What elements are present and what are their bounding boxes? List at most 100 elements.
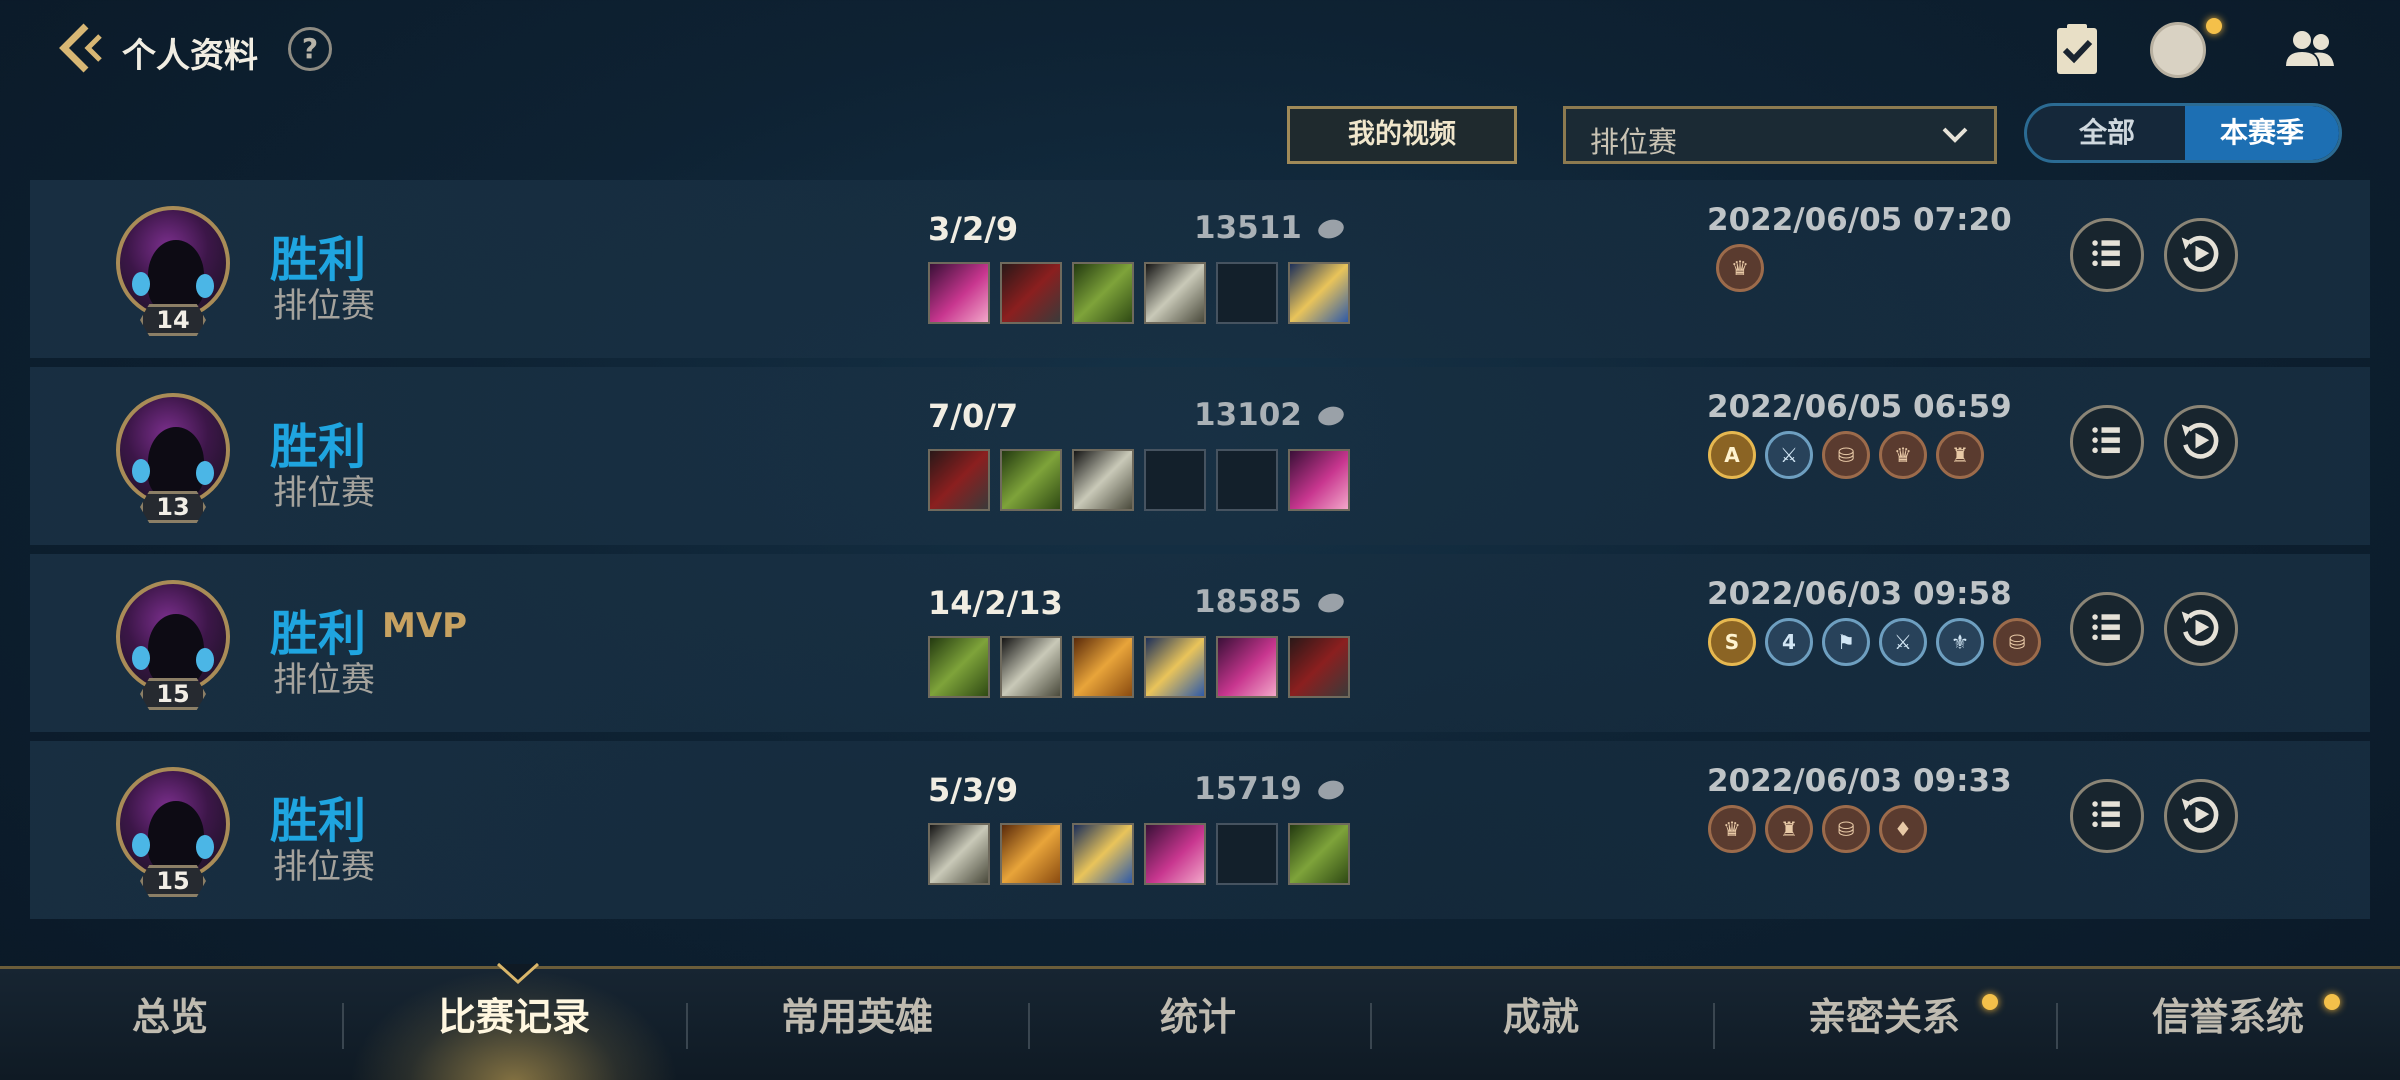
hero-level-badge: 13	[140, 491, 206, 523]
empty-item-slot	[1216, 449, 1278, 511]
achievement-badge-icon: ♜	[1765, 805, 1813, 853]
kda-score: 14/2/13	[928, 584, 1063, 622]
match-row[interactable]: 15 胜利 MVP 排位赛 14/2/13 18585 2022/06/03 09:58 S 4…	[30, 554, 2370, 732]
achievement-badge-icon: ⚔	[1765, 431, 1813, 479]
empty-item-slot	[1216, 262, 1278, 324]
list-icon	[2092, 240, 2120, 267]
item-icon	[1144, 262, 1206, 324]
hero-glow	[132, 272, 150, 296]
hero-portrait[interactable]	[116, 767, 230, 881]
achievement-badge-icon: ⛁	[1822, 431, 1870, 479]
nav-tab[interactable]: 成就	[1376, 969, 1706, 1080]
kda-score: 3/2/9	[928, 210, 1019, 248]
hero-portrait[interactable]	[116, 580, 230, 694]
item-icon	[1288, 449, 1350, 511]
match-replay-button[interactable]	[2164, 779, 2238, 853]
match-row[interactable]: 14 胜利 排位赛 3/2/9 13511 2022/06/05 07:20 ♛	[30, 180, 2370, 358]
nav-tab[interactable]: 总览	[5, 969, 335, 1080]
item-icon	[1000, 449, 1062, 511]
match-detail-button[interactable]	[2070, 218, 2144, 292]
match-replay-button[interactable]	[2164, 405, 2238, 479]
item-icon	[1144, 823, 1206, 885]
my-videos-button[interactable]: 我的视频	[1287, 106, 1517, 164]
achievement-badge-icon: ♛	[1879, 431, 1927, 479]
match-time: 2022/06/03 09:58	[1707, 576, 2012, 612]
back-icon[interactable]	[52, 20, 108, 76]
gold-coin-icon	[1316, 590, 1346, 616]
match-replay-button[interactable]	[2164, 218, 2238, 292]
item-icon	[1144, 636, 1206, 698]
item-icon	[1072, 449, 1134, 511]
replay-icon	[2181, 235, 2219, 272]
achievement-badge-icon: ⚑	[1822, 618, 1870, 666]
list-icon	[2092, 614, 2120, 641]
hero-glow	[132, 833, 150, 857]
item-icon	[1000, 636, 1062, 698]
gold-earned: 13102	[1194, 397, 1302, 433]
item-icon	[1000, 823, 1062, 885]
help-button[interactable]: ?	[288, 27, 332, 71]
nav-divider	[1027, 1003, 1030, 1049]
hero-level-badge: 15	[140, 865, 206, 897]
match-time: 2022/06/03 09:33	[1707, 763, 2012, 799]
hero-portrait[interactable]	[116, 393, 230, 507]
hero-mask	[148, 240, 204, 310]
match-time: 2022/06/05 07:20	[1707, 202, 2012, 238]
hero-mask	[148, 427, 204, 497]
game-mode-select[interactable]: 排位赛	[1563, 106, 1997, 164]
season-option-current[interactable]: 本赛季	[2185, 106, 2339, 160]
user-avatar-icon[interactable]	[2150, 22, 2206, 78]
hero-glow	[196, 835, 214, 859]
season-toggle: 全部 本赛季	[2024, 103, 2342, 163]
hero-portrait[interactable]	[116, 206, 230, 320]
nav-divider	[1712, 1003, 1715, 1049]
hero-level-badge: 14	[140, 304, 206, 336]
page-title: 个人资料	[122, 36, 258, 76]
item-icon	[1216, 636, 1278, 698]
nav-tab[interactable]: 信誉系统	[2063, 969, 2393, 1080]
match-row[interactable]: 15 胜利 排位赛 5/3/9 15719 2022/06/03 09:33 ♛ ♜ ⛁ ♦	[30, 741, 2370, 919]
match-detail-button[interactable]	[2070, 592, 2144, 666]
item-icon	[1072, 262, 1134, 324]
nav-tab[interactable]: 亲密关系	[1719, 969, 2049, 1080]
hero-mask	[148, 614, 204, 684]
nav-divider	[685, 1003, 688, 1049]
match-replay-button[interactable]	[2164, 592, 2238, 666]
replay-icon	[2181, 796, 2219, 833]
achievement-badge-icon: ♛	[1708, 805, 1756, 853]
achievement-badge-icon: ⚔	[1879, 618, 1927, 666]
match-detail-button[interactable]	[2070, 779, 2144, 853]
item-icon	[1072, 636, 1134, 698]
achievement-badge-icon: ⛁	[1993, 618, 2041, 666]
notification-dot	[2324, 994, 2340, 1010]
list-icon	[2092, 801, 2120, 828]
quest-clipboard-icon[interactable]	[2047, 20, 2107, 80]
achievement-badge-icon: ♛	[1716, 244, 1764, 292]
match-mode: 排位赛	[273, 473, 375, 513]
game-mode-value: 排位赛	[1590, 125, 1678, 159]
item-icon	[1288, 636, 1350, 698]
item-icon	[928, 262, 990, 324]
notification-dot	[2206, 18, 2222, 34]
hero-mask	[148, 801, 204, 871]
gold-coin-icon	[1316, 403, 1346, 429]
kda-score: 7/0/7	[928, 397, 1019, 435]
nav-tab[interactable]: 统计	[1033, 969, 1363, 1080]
match-row[interactable]: 13 胜利 排位赛 7/0/7 13102 2022/06/05 06:59 A ⚔ ⛁ ♛ ♜	[30, 367, 2370, 545]
nav-tab[interactable]: 比赛记录	[349, 969, 679, 1080]
gold-earned: 15719	[1194, 771, 1302, 807]
season-option-all[interactable]: 全部	[2027, 106, 2187, 160]
kda-score: 5/3/9	[928, 771, 1019, 809]
mvp-badge: MVP	[382, 606, 468, 646]
match-mode: 排位赛	[273, 286, 375, 326]
gold-earned: 13511	[1194, 210, 1302, 246]
item-icon	[928, 449, 990, 511]
gold-coin-icon	[1316, 777, 1346, 803]
gold-coin-icon	[1316, 216, 1346, 242]
nav-tab[interactable]: 常用英雄	[692, 969, 1022, 1080]
chevron-down-icon	[1942, 127, 1968, 143]
achievement-badge-icon: S	[1708, 618, 1756, 666]
match-detail-button[interactable]	[2070, 405, 2144, 479]
item-icon	[928, 823, 990, 885]
friends-icon[interactable]	[2280, 20, 2340, 80]
